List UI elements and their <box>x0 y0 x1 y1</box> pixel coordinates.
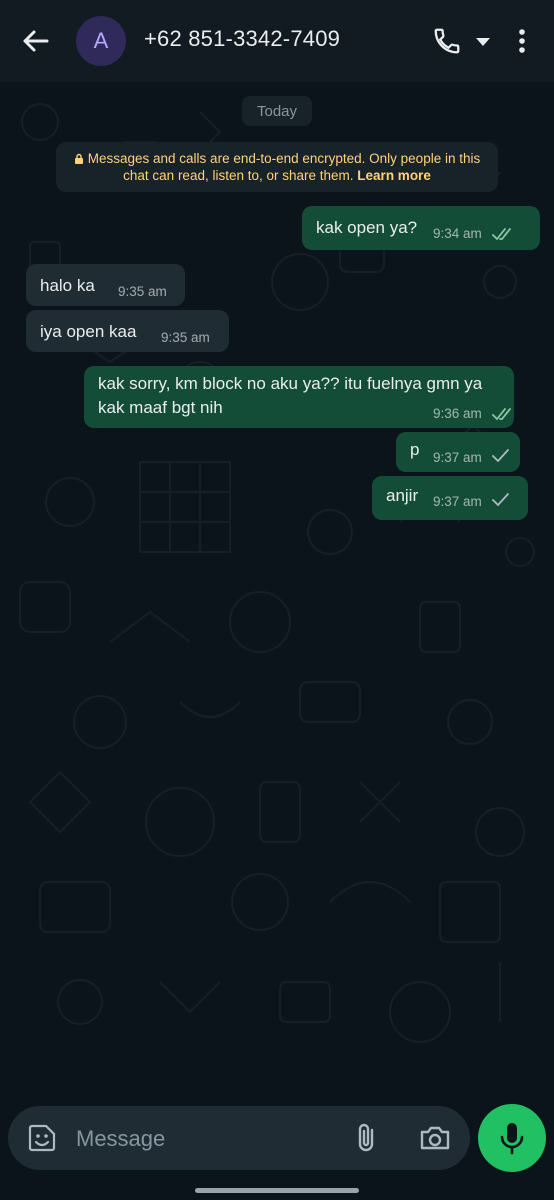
contact-name[interactable]: +62 851-3342-7409 <box>144 26 340 52</box>
message-time: 9:36 am <box>433 406 482 421</box>
single-check-sent-icon <box>492 493 509 506</box>
message-time: 9:35 am <box>118 284 167 299</box>
double-check-read-icon <box>492 228 511 240</box>
message-time: 9:34 am <box>433 226 482 241</box>
microphone-icon <box>500 1123 524 1155</box>
system-navigation-bar <box>0 1172 554 1200</box>
message-text: iya open kaa <box>40 322 137 341</box>
message-text: halo ka <box>40 276 95 295</box>
home-gesture-pill[interactable] <box>195 1188 359 1193</box>
message-time: 9:37 am <box>433 450 482 465</box>
message-bubble-incoming[interactable]: halo ka 9:35 am <box>26 264 185 306</box>
message-text: kak open ya? <box>316 218 418 237</box>
message-composer[interactable]: Message <box>8 1106 470 1170</box>
message-text: p <box>410 440 420 459</box>
message-time: 9:37 am <box>433 494 482 509</box>
chat-area[interactable]: Today Messages and calls are end-to-end … <box>0 82 554 1102</box>
call-options-chevron-down-icon[interactable] <box>472 32 494 52</box>
single-check-sent-icon <box>492 449 509 462</box>
message-input[interactable]: Message <box>76 1126 165 1152</box>
message-bubble-outgoing[interactable]: p 9:37 am <box>396 432 520 472</box>
lock-icon <box>74 153 83 164</box>
sticker-emoji-icon[interactable] <box>26 1122 58 1154</box>
message-text-line-2: kak maaf bgt nih <box>98 398 223 417</box>
message-bubble-outgoing[interactable]: anjir 9:37 am <box>372 476 528 520</box>
camera-icon[interactable] <box>418 1122 452 1154</box>
double-check-read-icon <box>492 408 511 420</box>
learn-more-link[interactable]: Learn more <box>357 168 431 183</box>
message-bubble-outgoing[interactable]: kak open ya? 9:34 am <box>302 206 540 250</box>
message-text-line-1: kak sorry, km block no aku ya?? itu fuel… <box>98 374 483 393</box>
message-bubble-outgoing[interactable]: kak sorry, km block no aku ya?? itu fuel… <box>84 366 514 428</box>
back-arrow-icon[interactable] <box>18 24 52 58</box>
avatar-initial: A <box>93 28 109 53</box>
more-options-icon[interactable] <box>508 24 536 58</box>
encryption-notice[interactable]: Messages and calls are end-to-end encryp… <box>56 142 498 192</box>
message-text: anjir <box>386 486 419 505</box>
date-chip: Today <box>242 96 312 126</box>
chat-header: A +62 851-3342-7409 <box>0 0 554 82</box>
paperclip-attach-icon[interactable] <box>352 1122 382 1154</box>
message-bubble-incoming[interactable]: iya open kaa 9:35 am <box>26 310 229 352</box>
message-time: 9:35 am <box>161 330 210 345</box>
voice-message-button[interactable] <box>478 1104 546 1172</box>
phone-call-icon[interactable] <box>430 24 464 58</box>
avatar[interactable]: A <box>76 16 126 66</box>
